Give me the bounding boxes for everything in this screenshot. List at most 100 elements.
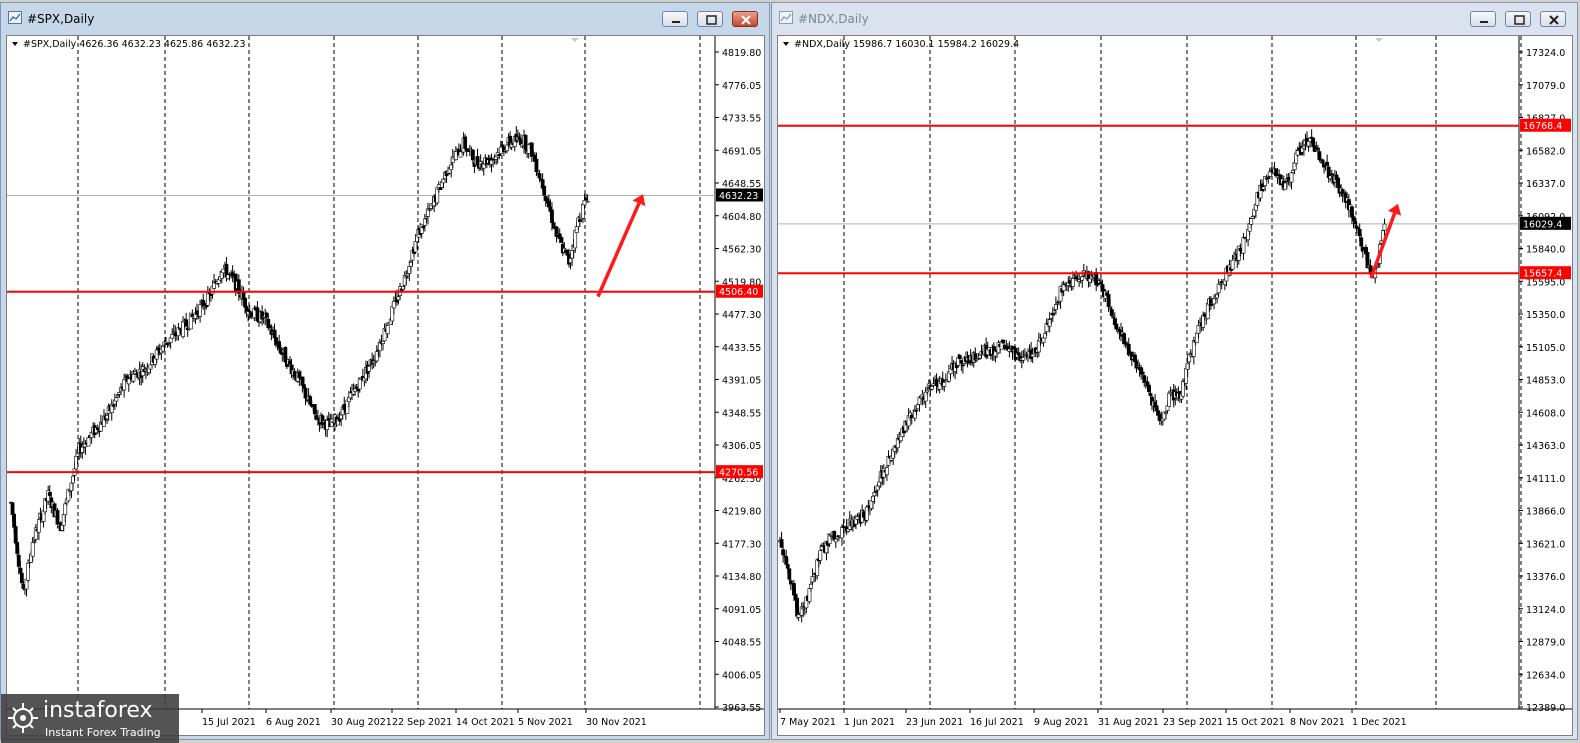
- x-tick-label: 16 Jul 2021: [970, 717, 1024, 728]
- ndx-chart-canvas[interactable]: 17324.017079.016827.016582.016337.016092…: [778, 36, 1572, 735]
- y-tick-label: 13621.0: [1526, 539, 1565, 550]
- y-tick-label: 4348.55: [722, 408, 761, 419]
- candle-body: [914, 409, 919, 412]
- candle-body: [1382, 223, 1387, 231]
- x-tick-label: 5 Nov 2021: [518, 717, 573, 728]
- spx-title-bar[interactable]: #SPX,Daily: [1, 3, 769, 33]
- candle-body: [385, 325, 390, 335]
- y-tick-label: 13124.0: [1526, 605, 1565, 616]
- candle-body: [1016, 352, 1021, 356]
- level-price-label: 4270.56: [719, 468, 758, 479]
- candle-body: [131, 374, 136, 382]
- plot-background: [7, 36, 715, 709]
- y-tick-label: 14608.0: [1526, 408, 1565, 419]
- ndx-chart-window[interactable]: #NDX,Daily 17324.017079.016827.016582.01…: [771, 2, 1578, 740]
- candle-body: [463, 136, 468, 149]
- spx-chart-window[interactable]: #SPX,Daily 4819.80 4776.05 4733.55 4691.05 4…: [0, 2, 770, 743]
- candle-body: [1230, 259, 1235, 270]
- candle-body: [1071, 278, 1075, 287]
- ndx-window-title: #NDX,Daily: [798, 12, 869, 26]
- y-tick-label: 15350.0: [1526, 310, 1565, 321]
- y-tick-label: 13866.0: [1526, 507, 1565, 518]
- candle-body: [122, 379, 127, 391]
- x-tick-label: 31 Aug 2021: [1098, 717, 1159, 728]
- candle-body: [55, 510, 60, 525]
- close-button[interactable]: [732, 11, 758, 27]
- candle-body: [1354, 225, 1359, 228]
- y-tick-label: 4819.80: [722, 48, 761, 59]
- candle-body: [1325, 161, 1330, 166]
- close-button[interactable]: [1540, 11, 1566, 27]
- candle-body: [841, 525, 846, 528]
- y-tick-label: 4306.05: [722, 441, 761, 452]
- chart-window-icon: [779, 11, 793, 24]
- x-tick-label: 23 Sep 2021: [1163, 717, 1223, 728]
- watermark-tagline: Instant Forex Trading: [45, 726, 161, 739]
- minimize-icon: [1480, 21, 1488, 23]
- candle-body: [961, 364, 965, 367]
- candle-body: [1001, 339, 1006, 344]
- level-price-label: 15657.4: [1523, 269, 1562, 280]
- x-tick-label: 23 Jun 2021: [906, 717, 963, 728]
- x-tick-label: 14 Oct 2021: [456, 717, 515, 728]
- y-tick-label: 4477.30: [722, 310, 761, 321]
- y-tick-label: 13376.0: [1526, 572, 1565, 583]
- plot-background: [778, 36, 1519, 709]
- y-tick-label: 4562.30: [722, 245, 761, 256]
- spx-chart-area[interactable]: 4819.80 4776.05 4733.55 4691.05 4648.55 4604.…: [6, 35, 765, 736]
- candle-body: [126, 378, 131, 385]
- candle-body: [925, 389, 930, 393]
- y-tick-label: 12389.0: [1526, 703, 1565, 714]
- y-tick-label: 14853.0: [1526, 376, 1565, 387]
- x-tick-label: 15 Jul 2021: [202, 717, 256, 728]
- y-tick-label: 4691.05: [722, 146, 761, 157]
- y-tick-label: 16582.0: [1526, 146, 1565, 157]
- candle-body: [1249, 218, 1254, 225]
- candle-body: [787, 568, 792, 580]
- close-icon: [1549, 15, 1559, 25]
- current-price-label: 4632.23: [719, 191, 758, 202]
- candle-body: [1238, 247, 1243, 252]
- x-tick-label: 8 Nov 2021: [1290, 717, 1345, 728]
- y-tick-label: 4776.05: [722, 81, 761, 92]
- maximize-button[interactable]: [697, 11, 723, 27]
- candle-body: [1315, 147, 1320, 150]
- level-price-label: 16768.4: [1523, 121, 1562, 132]
- candle-body: [818, 550, 823, 561]
- spx-chart-canvas[interactable]: 4819.80 4776.05 4733.55 4691.05 4648.55 4604.…: [7, 36, 764, 735]
- y-tick-label: 12879.0: [1526, 638, 1565, 649]
- y-tick-label: 4006.05: [722, 670, 761, 681]
- candle-body: [885, 467, 889, 475]
- candle-body: [114, 397, 119, 402]
- x-tick-label: 30 Aug 2021: [331, 717, 392, 728]
- maximize-button[interactable]: [1505, 11, 1531, 27]
- candle-body: [30, 542, 35, 557]
- y-tick-label: 4433.55: [722, 343, 761, 354]
- ndx-title-bar[interactable]: #NDX,Daily: [772, 3, 1577, 33]
- candle-body: [367, 366, 371, 372]
- ohlc-info-label: #SPX,Daily 4626.36 4632.23 4625.86 4632.…: [23, 39, 246, 50]
- candle-body: [957, 355, 962, 360]
- ndx-chart-area[interactable]: 17324.017079.016827.016582.016337.016092…: [777, 35, 1573, 736]
- candle-body: [1241, 237, 1246, 254]
- minimize-button[interactable]: [662, 11, 688, 27]
- chart-window-icon: [8, 11, 22, 24]
- candle-body: [1021, 357, 1026, 361]
- x-tick-label: 7 May 2021: [780, 717, 836, 728]
- current-price-label: 16029.4: [1523, 219, 1562, 230]
- restore-icon: [1514, 15, 1525, 25]
- y-tick-label: 4134.80: [722, 572, 761, 583]
- candle-body: [470, 149, 475, 161]
- x-tick-label: 6 Aug 2021: [266, 717, 321, 728]
- candle-body: [931, 383, 936, 386]
- y-tick-label: 3963.55: [722, 703, 761, 714]
- x-tick-label: 1 Jun 2021: [844, 717, 895, 728]
- minimize-button[interactable]: [1470, 11, 1496, 27]
- x-tick-label: 1 Dec 2021: [1352, 717, 1407, 728]
- close-icon: [741, 15, 751, 25]
- y-tick-label: 4219.80: [722, 507, 761, 518]
- x-tick-label: 15 Oct 2021: [1226, 717, 1285, 728]
- y-tick-label: 4733.55: [722, 114, 761, 125]
- restore-icon: [706, 15, 717, 25]
- minimize-icon: [672, 21, 680, 23]
